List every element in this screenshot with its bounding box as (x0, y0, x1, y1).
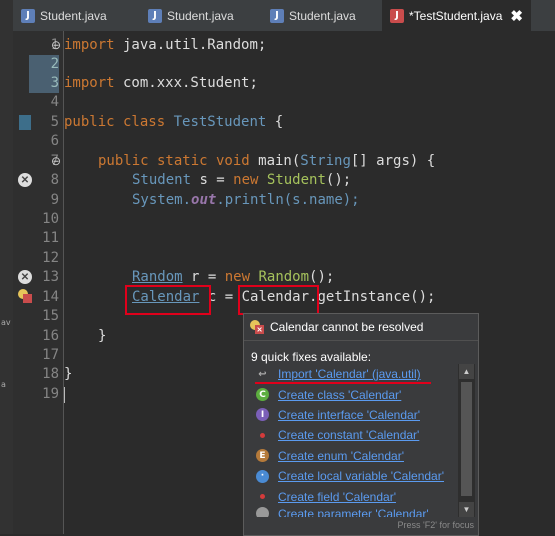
quick-fix-item[interactable]: I Create interface 'Calendar' (244, 405, 458, 425)
popup-scrollbar[interactable]: ▲ ▼ (458, 364, 475, 517)
change-marker (19, 115, 31, 130)
local-variable-icon: · (256, 469, 269, 483)
java-file-icon: J (21, 8, 35, 23)
error-marker-icon[interactable]: ✕ (18, 270, 32, 284)
code-line-5: public class TestStudent { (64, 114, 284, 130)
import-arrow-icon: ↩ (258, 368, 267, 380)
line-number: 9 (50, 192, 59, 208)
class-icon: C (256, 388, 269, 402)
scroll-down-icon[interactable]: ▼ (459, 502, 474, 517)
tab-student-java-1[interactable]: J Student.java (21, 0, 107, 31)
tab-label: Student.java (167, 8, 234, 23)
code-line-8: Student s = new Student(); (132, 172, 352, 188)
parameter-icon (256, 506, 269, 517)
quick-fix-item[interactable]: Create field 'Calendar' (244, 486, 458, 506)
quick-fix-item[interactable]: E Create enum 'Calendar' (244, 446, 458, 466)
text-cursor (64, 387, 65, 403)
tab-label: Student.java (40, 8, 107, 23)
line-number: 19 (42, 386, 59, 402)
quick-fix-popup[interactable]: ✕ Calendar cannot be resolved 9 quick fi… (243, 313, 479, 536)
quick-fix-item[interactable]: C Create class 'Calendar' (244, 384, 458, 404)
scroll-thumb[interactable] (461, 382, 472, 496)
line-number: 4 (50, 94, 59, 110)
highlight-box (125, 285, 211, 315)
quick-fix-item[interactable]: Create constant 'Calendar' (244, 425, 458, 445)
line-number-gutter: 1 2 3 4 5 6 7 8 9 10 11 12 13 14 15 16 1… (13, 31, 64, 534)
line-number: 18 (42, 366, 59, 382)
quick-fix-list: ↩ Import 'Calendar' (java.util) C Create c… (244, 364, 458, 517)
left-panel-text: a (1, 380, 6, 389)
tab-student-java-2[interactable]: J Student.java (148, 0, 234, 31)
highlight-box (238, 285, 319, 315)
highlight-underline (255, 382, 431, 384)
interface-icon: I (256, 408, 269, 422)
java-file-icon: J (148, 8, 162, 23)
line-number: 3 (29, 74, 59, 93)
popup-header: ✕ Calendar cannot be resolved (244, 314, 478, 341)
java-file-error-icon: J (390, 8, 404, 23)
line-number: 17 (42, 347, 59, 363)
line-number: 14 (42, 289, 59, 305)
quick-fix-item[interactable]: Create parameter 'Calendar' (244, 506, 458, 517)
popup-footer-hint: Press 'F2' for focus (397, 520, 474, 530)
code-line-16: } (98, 328, 107, 344)
left-panel-strip: av a (0, 0, 13, 534)
line-number: 15 (42, 308, 59, 324)
fold-minus-icon[interactable]: ⊖ (51, 154, 61, 168)
java-file-icon: J (270, 8, 284, 23)
quick-fix-bulb-icon[interactable] (18, 289, 32, 303)
close-tab-icon[interactable]: ✖ (510, 7, 523, 25)
tab-student-java-3[interactable]: J Student.java (270, 0, 356, 31)
error-marker-icon[interactable]: ✕ (18, 173, 32, 187)
line-number: 5 (50, 114, 59, 130)
tab-label: Student.java (289, 8, 356, 23)
line-number: 2 (29, 55, 59, 74)
constant-icon (256, 429, 269, 442)
scroll-up-icon[interactable]: ▲ (459, 364, 474, 379)
code-line-7: public static void main(String[] args) { (98, 153, 436, 169)
error-message: Calendar cannot be resolved (270, 320, 424, 334)
line-number: 11 (42, 230, 59, 246)
line-number: 10 (42, 211, 59, 227)
code-line-3: import com.xxx.Student; (64, 75, 258, 91)
line-number: 13 (42, 269, 59, 285)
fold-minus-icon[interactable]: ⊖ (51, 38, 61, 52)
field-icon (256, 490, 269, 503)
enum-icon: E (256, 449, 269, 463)
left-panel-text: av (1, 318, 11, 327)
quick-fix-item[interactable]: · Create local variable 'Calendar' (244, 466, 458, 486)
line-number: 6 (50, 133, 59, 149)
line-number: 8 (50, 172, 59, 188)
code-line-9: System.out.println(s.name); (132, 192, 360, 208)
code-line-1: import java.util.Random; (64, 37, 267, 53)
code-line-18: } (64, 366, 73, 382)
editor-tab-bar: J Student.java J Student.java J Student.… (13, 0, 555, 32)
error-bulb-icon: ✕ (250, 320, 264, 334)
line-number: 16 (42, 328, 59, 344)
tab-teststudent-java[interactable]: J *TestStudent.java ✖ (382, 0, 531, 31)
tab-label: *TestStudent.java (409, 8, 503, 23)
line-number: 12 (42, 250, 59, 266)
